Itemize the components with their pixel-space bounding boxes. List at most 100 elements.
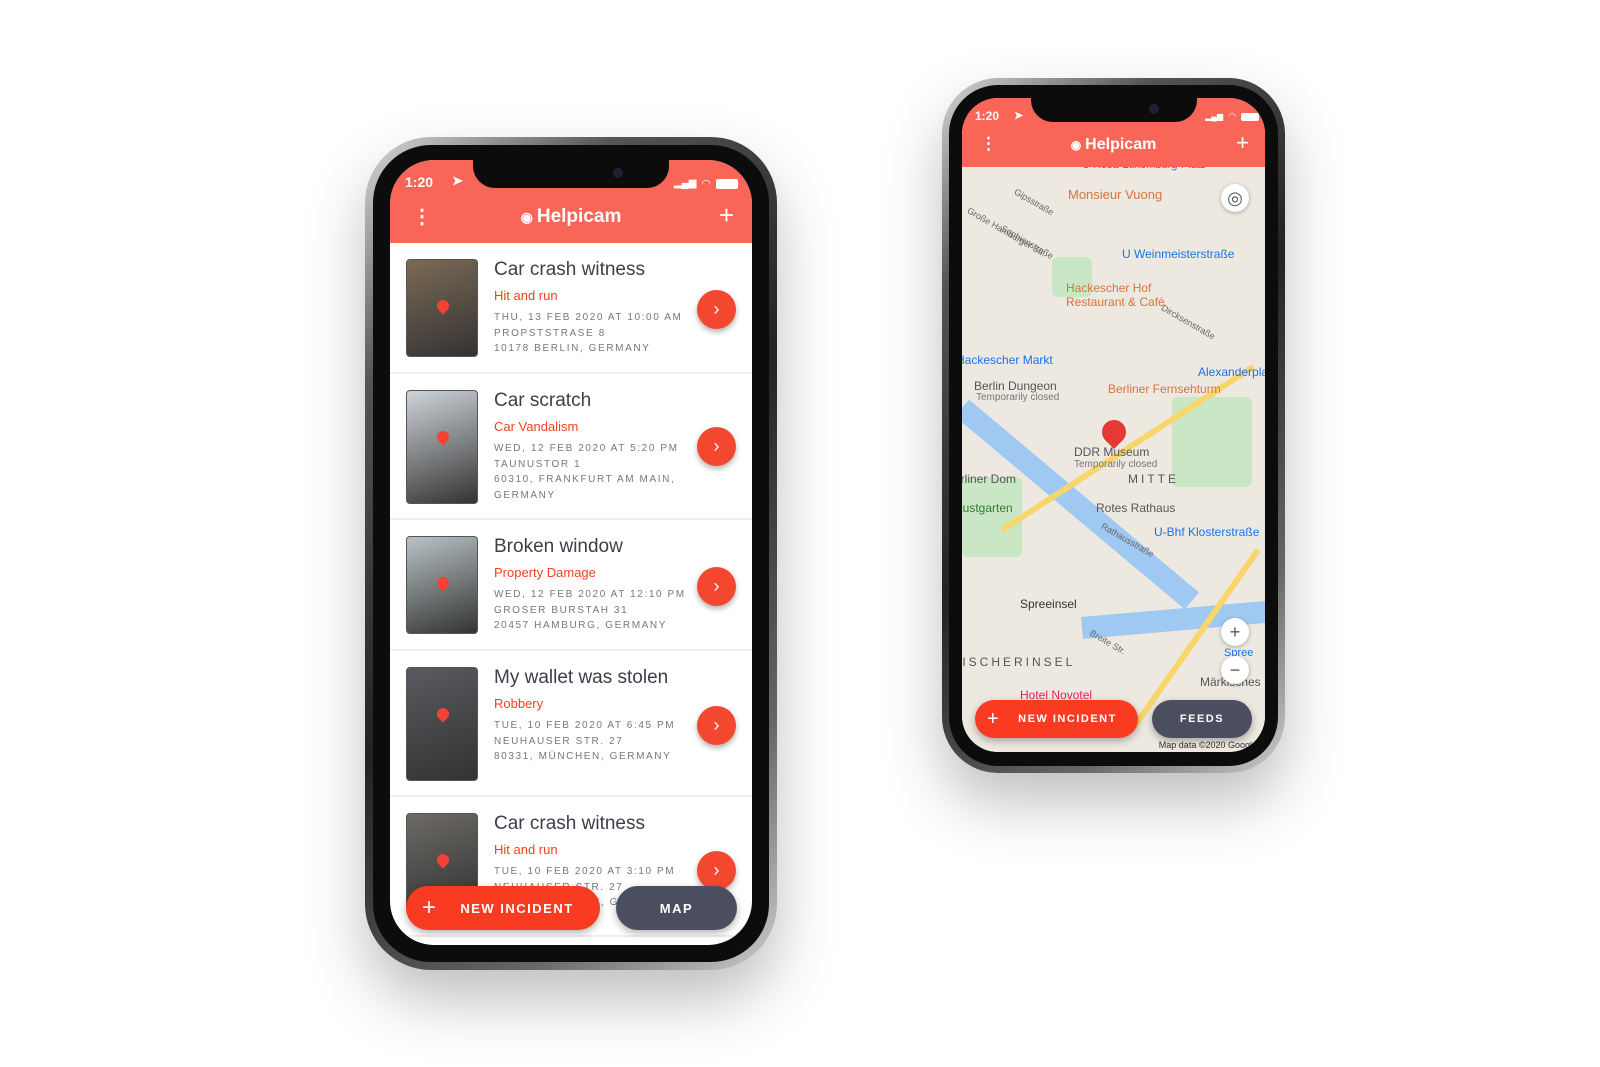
chevron-right-icon: › xyxy=(713,576,720,596)
new-incident-label: NEW INCIDENT xyxy=(460,900,574,916)
open-incident-button[interactable]: › xyxy=(697,706,736,745)
signal-icon: ▂▄▆ xyxy=(673,178,697,189)
new-incident-button[interactable]: + NEW INCIDENT xyxy=(975,700,1138,738)
incident-date: WED, 12 FEB 2020 AT 5:20 PM xyxy=(494,443,679,454)
app-name: Helpicam xyxy=(536,206,622,227)
new-incident-label: NEW INCIDENT xyxy=(1018,713,1117,725)
incident-category: Hit and run xyxy=(494,842,558,857)
status-icons: ▂▄▆ ◠ xyxy=(674,177,738,190)
my-location-button[interactable]: ◎ xyxy=(1221,184,1249,212)
incident-title: Car scratch xyxy=(494,390,592,411)
address-line: 60310, FRANKFURT AM MAIN, xyxy=(494,474,676,485)
status-time: 1:20 xyxy=(405,174,434,190)
map-label: MITTE xyxy=(1128,472,1179,486)
plus-icon[interactable]: + xyxy=(719,200,734,231)
location-arrow-icon: ➤ xyxy=(1014,110,1024,122)
map-label: Alexanderplatz xyxy=(1198,365,1265,379)
plus-icon[interactable]: + xyxy=(1236,130,1249,156)
map-label: Hackescher Markt xyxy=(962,353,1053,367)
map-pin-icon xyxy=(434,851,452,869)
map-label: MAP xyxy=(659,900,694,916)
incident-list: Car crash witness Hit and run THU, 13 FE… xyxy=(390,243,752,937)
notch xyxy=(473,160,669,188)
plus-icon: + xyxy=(422,894,438,921)
address-line: NEUHAUSER STR. 27 xyxy=(494,735,624,747)
address-line: 80331, MÜNCHEN, GERMANY xyxy=(494,751,672,762)
map-pin-icon xyxy=(434,428,452,446)
map-view[interactable]: Monsieur Vuong U Weinmeisterstraße Hackesc… xyxy=(962,159,1265,752)
incident-date: TUE, 10 FEB 2020 AT 3:10 PM xyxy=(494,866,676,877)
open-incident-button[interactable]: › xyxy=(697,427,736,466)
incident-title: Broken window xyxy=(494,536,623,557)
address-line: 20457 HAMBURG, GERMANY xyxy=(494,620,668,631)
map-label: Lustgarten xyxy=(962,501,1013,515)
incident-photo xyxy=(406,536,478,634)
map-label: Berliner Dom xyxy=(962,472,1017,486)
incident-item[interactable]: My wallet was stolen Robbery TUE, 10 FEB… xyxy=(390,651,752,797)
zoom-in-button[interactable]: + xyxy=(1221,618,1249,646)
incident-title: Car crash witness xyxy=(494,813,645,834)
incident-photo xyxy=(406,667,478,781)
map-label: Restaurant & Café xyxy=(1066,295,1165,309)
map-attribution: Map data ©2020 Google xyxy=(1158,740,1257,750)
phone-feed: 1:20 ➤ ▂▄▆ ◠ ⋮ ◉ Helpicam + Car crash wi… xyxy=(365,137,777,970)
feeds-button[interactable]: FEEDS xyxy=(1152,700,1252,738)
battery-icon xyxy=(1241,112,1259,121)
incident-item[interactable]: Car scratch Car Vandalism WED, 12 FEB 20… xyxy=(390,374,752,520)
address-line: TAUNUSTOR 1 xyxy=(494,458,582,470)
address-line: 10178 BERLIN, GERMANY xyxy=(494,343,651,354)
incident-category: Robbery xyxy=(494,696,544,711)
open-incident-button[interactable]: › xyxy=(697,851,736,890)
map-label: Temporarily closed xyxy=(976,392,1060,403)
wifi-icon: ◠ xyxy=(1228,111,1236,121)
map-label: Spreeinsel xyxy=(1020,597,1077,611)
map-label: Monsieur Vuong xyxy=(1068,187,1163,202)
phone-map: Monsieur Vuong U Weinmeisterstraße Hackesc… xyxy=(942,78,1285,773)
map-button[interactable]: MAP xyxy=(616,886,737,930)
app-title: ◉ Helpicam xyxy=(390,206,752,228)
incident-category: Property Damage xyxy=(494,565,596,580)
address-line: PROPSTSTRASE 8 xyxy=(494,327,606,339)
incident-category: Hit and run xyxy=(494,288,558,303)
map-label: Dircksenstraße xyxy=(1159,302,1217,342)
map-label: Rotes Rathaus xyxy=(1096,501,1176,515)
map-label: FISCHERINSEL xyxy=(962,655,1076,669)
open-incident-button[interactable]: › xyxy=(697,290,736,329)
new-incident-button[interactable]: + NEW INCIDENT xyxy=(406,886,600,930)
incident-date: THU, 13 FEB 2020 AT 10:00 AM xyxy=(494,312,683,323)
zoom-out-button[interactable]: − xyxy=(1221,656,1249,684)
incident-title: My wallet was stolen xyxy=(494,667,669,688)
map-label: U-Bhf Klosterstraße xyxy=(1154,525,1260,539)
incident-item[interactable]: Car crash witness Hit and run THU, 13 FE… xyxy=(390,243,752,374)
map-label: Berliner Fernsehturm xyxy=(1108,382,1221,396)
feeds-label: FEEDS xyxy=(1179,713,1225,725)
map-label: Große Hamburger Str. xyxy=(965,205,1048,259)
incident-title: Car crash witness xyxy=(494,259,645,280)
signal-icon: ▂▄▆ xyxy=(1205,112,1224,121)
incident-date: TUE, 10 FEB 2020 AT 6:45 PM xyxy=(494,720,676,731)
wifi-icon: ◠ xyxy=(701,178,711,190)
camera-search-icon: ◉ xyxy=(520,208,533,225)
incident-date: WED, 12 FEB 2020 AT 12:10 PM xyxy=(494,589,686,600)
map-pin-icon xyxy=(434,297,452,315)
chevron-right-icon: › xyxy=(713,299,720,319)
open-incident-button[interactable]: › xyxy=(697,567,736,606)
incident-photo xyxy=(406,259,478,357)
map-label: Berlin Dungeon xyxy=(974,379,1057,393)
map-screen: Monsieur Vuong U Weinmeisterstraße Hackesc… xyxy=(962,98,1265,752)
map-pin-icon xyxy=(434,574,452,592)
feed-screen: 1:20 ➤ ▂▄▆ ◠ ⋮ ◉ Helpicam + Car crash wi… xyxy=(390,160,752,945)
app-name: Helpicam xyxy=(1085,136,1157,153)
address-line: GROSER BURSTAH 31 xyxy=(494,604,629,616)
status-time: 1:20 xyxy=(975,109,1000,123)
app-title: ◉ Helpicam xyxy=(962,136,1265,154)
incident-item[interactable]: Broken window Property Damage WED, 12 FE… xyxy=(390,520,752,651)
camera-search-icon: ◉ xyxy=(1070,138,1082,152)
map-label: Temporarily closed xyxy=(1074,459,1158,470)
incident-category: Car Vandalism xyxy=(494,419,579,434)
map-label: Hackescher Hof xyxy=(1066,281,1152,295)
notch xyxy=(1030,98,1197,122)
map-pin-icon xyxy=(434,705,452,723)
location-arrow-icon: ➤ xyxy=(452,173,463,188)
map-label: Gipsstraße xyxy=(1012,186,1056,218)
